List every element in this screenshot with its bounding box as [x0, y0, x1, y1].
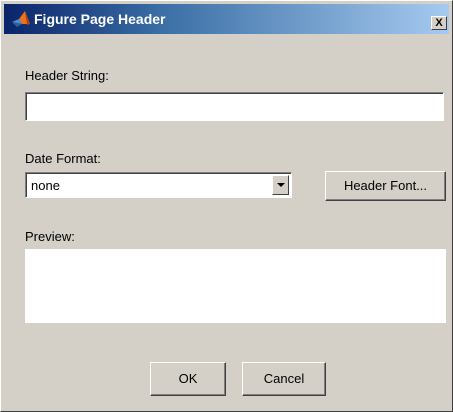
- close-button[interactable]: X: [431, 16, 447, 30]
- date-format-select[interactable]: none: [25, 172, 292, 198]
- matlab-logo-icon: [12, 11, 30, 27]
- date-format-value: none: [31, 178, 60, 193]
- header-font-button[interactable]: Header Font...: [325, 171, 446, 201]
- title-bar[interactable]: Figure Page Header X: [4, 4, 449, 34]
- header-string-input[interactable]: [25, 92, 444, 121]
- header-string-label: Header String:: [25, 68, 109, 83]
- cancel-button[interactable]: Cancel: [242, 362, 326, 396]
- date-format-label: Date Format:: [25, 151, 101, 166]
- chevron-down-icon[interactable]: [272, 175, 289, 195]
- figure-page-header-dialog: Figure Page Header X Header String: Date…: [0, 0, 453, 412]
- close-icon: X: [435, 17, 443, 29]
- preview-label: Preview:: [25, 229, 75, 244]
- ok-button[interactable]: OK: [150, 362, 226, 396]
- preview-area: [25, 249, 446, 323]
- window-title: Figure Page Header: [34, 11, 166, 27]
